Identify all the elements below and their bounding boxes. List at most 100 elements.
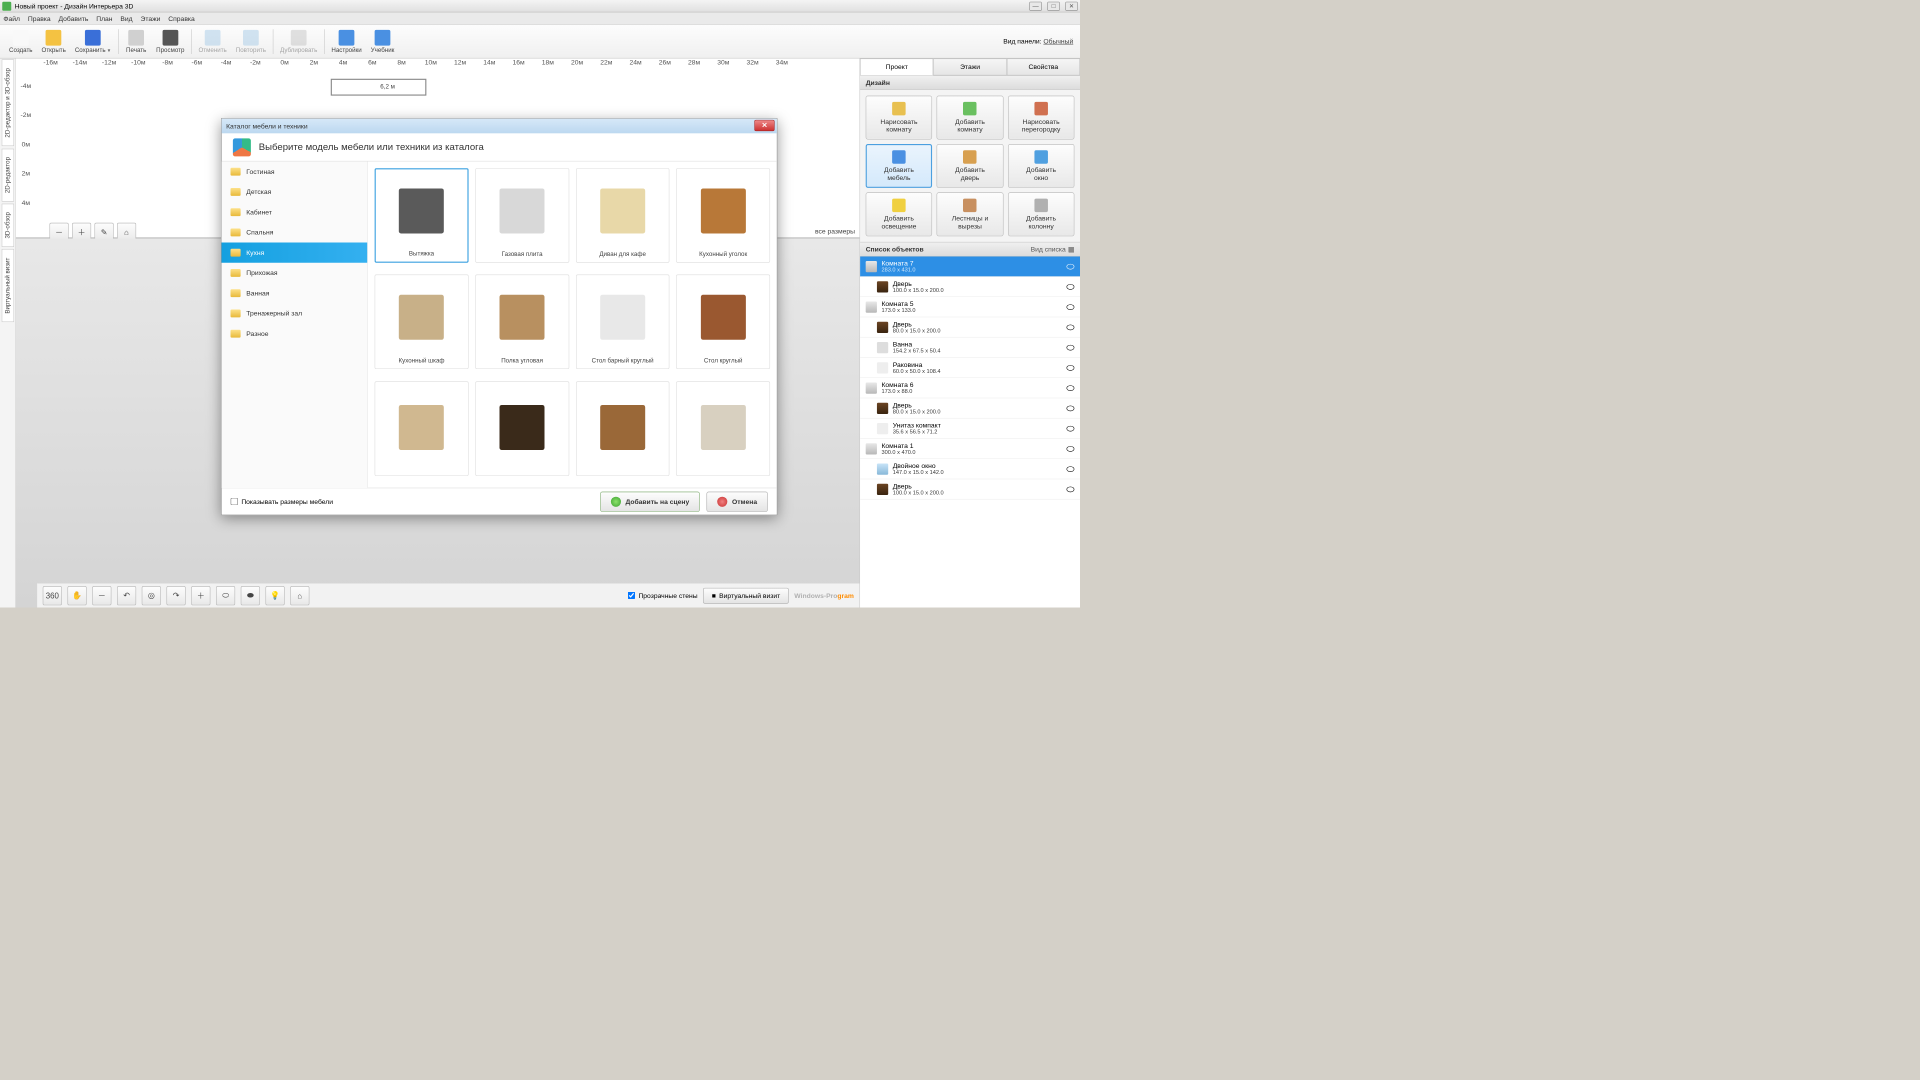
- menu-добавить[interactable]: Добавить: [59, 14, 89, 22]
- object-row[interactable]: Комната 6173.0 x 88.0: [860, 378, 1080, 398]
- visibility-icon[interactable]: [1067, 304, 1075, 310]
- design-btn-Добавить-окно[interactable]: Добавитьокно: [1008, 144, 1075, 188]
- object-row[interactable]: Комната 5173.0 x 133.0: [860, 297, 1080, 317]
- category-Прихожая[interactable]: Прихожая: [222, 263, 368, 283]
- toolbar-Печать[interactable]: Печать: [121, 27, 152, 56]
- visibility-icon[interactable]: [1067, 486, 1075, 492]
- toolbar-Дублировать[interactable]: Дублировать: [276, 27, 322, 56]
- catalog-item[interactable]: Диван для кафе: [576, 168, 670, 263]
- object-row[interactable]: Раковина60.0 x 50.0 x 108.4: [860, 358, 1080, 378]
- category-Гостиная[interactable]: Гостиная: [222, 161, 368, 181]
- toolbar-Просмотр[interactable]: Просмотр: [152, 27, 189, 56]
- visibility-icon[interactable]: [1067, 405, 1075, 411]
- show-sizes-option[interactable]: Показывать размеры мебели: [231, 498, 333, 506]
- floor-plan[interactable]: 6,2 м: [331, 79, 427, 96]
- menu-справка[interactable]: Справка: [168, 14, 194, 22]
- virtual-visit-button[interactable]: ■ Виртуальный визит: [703, 588, 788, 604]
- catalog-item[interactable]: Стол круглый: [676, 275, 770, 370]
- design-btn-Нарисовать-комнату[interactable]: Нарисоватькомнату: [866, 96, 933, 140]
- object-row[interactable]: Дверь100.0 x 15.0 x 200.0: [860, 479, 1080, 499]
- all-sizes-toggle[interactable]: все размеры: [815, 227, 855, 235]
- light-button[interactable]: 💡: [266, 586, 285, 605]
- left-tab-0[interactable]: 2D-редактор и 3D-обзор: [1, 60, 13, 146]
- catalog-item[interactable]: [576, 381, 670, 476]
- catalog-item[interactable]: Стол барный круглый: [576, 275, 670, 370]
- visibility-icon[interactable]: [1067, 426, 1075, 432]
- object-row[interactable]: Комната 7283.0 x 431.0: [860, 257, 1080, 277]
- right-tab-Проект[interactable]: Проект: [860, 59, 933, 76]
- center-button[interactable]: ◎: [142, 586, 161, 605]
- right-tab-Свойства[interactable]: Свойства: [1007, 59, 1080, 76]
- menu-план[interactable]: План: [96, 14, 112, 22]
- zoom-in-3d-button[interactable]: ＋: [191, 586, 210, 605]
- visibility-icon[interactable]: [1067, 264, 1075, 270]
- design-btn-Добавить-комнату[interactable]: Добавитькомнату: [937, 96, 1004, 140]
- menu-файл[interactable]: Файл: [3, 14, 20, 22]
- maximize-button[interactable]: □: [1047, 1, 1059, 10]
- zoom-out-3d-button[interactable]: －: [92, 586, 111, 605]
- object-row[interactable]: Дверь80.0 x 15.0 x 200.0: [860, 398, 1080, 418]
- category-Тренажерный зал[interactable]: Тренажерный зал: [222, 303, 368, 323]
- object-row[interactable]: Ванна154.2 x 67.5 x 50.4: [860, 338, 1080, 358]
- visibility-icon[interactable]: [1067, 446, 1075, 452]
- left-tab-3[interactable]: Виртуальный визит: [1, 249, 13, 322]
- catalog-item[interactable]: Газовая плита: [475, 168, 569, 263]
- design-btn-Лестницы и-вырезы[interactable]: Лестницы ивырезы: [937, 192, 1004, 236]
- toolbar-Открыть[interactable]: Открыть: [37, 27, 70, 56]
- visibility-icon[interactable]: [1067, 385, 1075, 391]
- category-Разное[interactable]: Разное: [222, 323, 368, 343]
- catalog-item[interactable]: Кухонный уголок: [676, 168, 770, 263]
- design-btn-Нарисовать-перегородку[interactable]: Нарисоватьперегородку: [1008, 96, 1075, 140]
- object-row[interactable]: Дверь80.0 x 15.0 x 200.0: [860, 317, 1080, 337]
- pan-button[interactable]: ✋: [68, 586, 87, 605]
- lasso-button[interactable]: ⬬: [241, 586, 260, 605]
- left-tab-1[interactable]: 2D-редактор: [1, 148, 13, 201]
- cancel-button[interactable]: Отмена: [707, 491, 768, 511]
- visibility-icon[interactable]: [1067, 284, 1075, 290]
- catalog-item[interactable]: [475, 381, 569, 476]
- transparent-walls-checkbox[interactable]: [628, 592, 635, 599]
- close-button[interactable]: ✕: [1065, 1, 1077, 10]
- modal-close-button[interactable]: ✕: [754, 120, 774, 131]
- toolbar-Повторить[interactable]: Повторить: [231, 27, 270, 56]
- visibility-icon[interactable]: [1067, 324, 1075, 330]
- catalog-item[interactable]: [676, 381, 770, 476]
- rotate-left-button[interactable]: ↶: [117, 586, 136, 605]
- category-Ванная[interactable]: Ванная: [222, 283, 368, 303]
- object-row[interactable]: Комната 1300.0 x 470.0: [860, 439, 1080, 459]
- select-button[interactable]: ⬭: [216, 586, 235, 605]
- left-tab-2[interactable]: 3D-обзор: [1, 204, 13, 247]
- design-btn-Добавить-колонну[interactable]: Добавитьколонну: [1008, 192, 1075, 236]
- catalog-item[interactable]: [375, 381, 469, 476]
- catalog-item[interactable]: Кухонный шкаф: [375, 275, 469, 370]
- toolbar-Учебник[interactable]: Учебник: [366, 27, 399, 56]
- rotate-right-button[interactable]: ↷: [167, 586, 186, 605]
- toolbar-Создать[interactable]: Создать: [5, 27, 38, 56]
- design-btn-Добавить-дверь[interactable]: Добавитьдверь: [937, 144, 1004, 188]
- visibility-icon[interactable]: [1067, 365, 1075, 371]
- right-tab-Этажи[interactable]: Этажи: [933, 59, 1006, 76]
- show-sizes-checkbox[interactable]: [231, 498, 238, 505]
- design-btn-Добавить-мебель[interactable]: Добавитьмебель: [866, 144, 933, 188]
- toolbar-Сохранить[interactable]: Сохранить▼: [70, 27, 115, 56]
- menu-правка[interactable]: Правка: [28, 14, 51, 22]
- object-row[interactable]: Унитаз компакт35.6 x 56.5 x 71.2: [860, 419, 1080, 439]
- menu-вид[interactable]: Вид: [120, 14, 132, 22]
- category-Кухня[interactable]: Кухня: [222, 242, 368, 262]
- design-btn-Добавить-освещение[interactable]: Добавитьосвещение: [866, 192, 933, 236]
- add-to-scene-button[interactable]: Добавить на сцену: [600, 491, 700, 511]
- panel-mode-value[interactable]: Обычный: [1043, 37, 1073, 45]
- object-row[interactable]: Двойное окно147.0 x 15.0 x 142.0: [860, 459, 1080, 479]
- menu-этажи[interactable]: Этажи: [140, 14, 160, 22]
- view-list-toggle[interactable]: Вид списка ▦: [1031, 245, 1075, 253]
- catalog-item[interactable]: Полка угловая: [475, 275, 569, 370]
- category-Кабинет[interactable]: Кабинет: [222, 202, 368, 222]
- toolbar-Настройки[interactable]: Настройки: [327, 27, 366, 56]
- toolbar-Отменить[interactable]: Отменить: [194, 27, 231, 56]
- category-Детская[interactable]: Детская: [222, 182, 368, 202]
- category-Спальня[interactable]: Спальня: [222, 222, 368, 242]
- 360-button[interactable]: 360: [43, 586, 62, 605]
- home-3d-button[interactable]: ⌂: [290, 586, 309, 605]
- minimize-button[interactable]: —: [1029, 1, 1041, 10]
- visibility-icon[interactable]: [1067, 345, 1075, 351]
